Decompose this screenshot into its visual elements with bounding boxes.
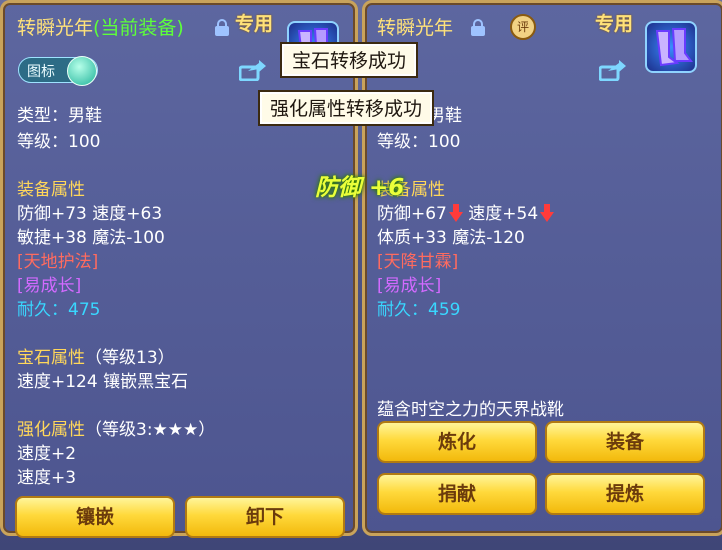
refine-button[interactable]: 炼化	[377, 421, 537, 463]
special-label: 专用	[595, 13, 634, 35]
lock-icon	[215, 19, 229, 36]
item-description: 蕴含时空之力的天界战靴	[377, 400, 564, 420]
growth-tag: [易成长]	[377, 276, 442, 296]
extract-button[interactable]: 提炼	[545, 473, 705, 515]
current-equipment-panel: 转瞬光年(当前装备) 专用 图标 类型：男鞋 等级：100 装备属性 防御+73…	[0, 0, 358, 538]
attr-line-2: 体质+33 魔法-120	[377, 228, 525, 248]
special-skill: [天地护法]	[17, 252, 99, 272]
icon-toggle[interactable]: 图标	[18, 56, 98, 86]
compare-equipment-panel: 转瞬光年 专用 类型：男鞋 等级：100 装备属性 防御+67 速度+54 体质…	[362, 0, 722, 536]
growth-tag: [易成长]	[17, 276, 82, 296]
durability: 耐久：459	[377, 300, 461, 320]
lock-icon	[471, 19, 485, 36]
special-skill: [天降甘霖]	[377, 252, 459, 272]
enhance-line-2: 速度+3	[17, 468, 77, 488]
gem-attr-header: 宝石属性（等级13）	[17, 348, 175, 368]
rating-badge[interactable]: 评	[510, 14, 536, 40]
inlay-button[interactable]: 镶嵌	[15, 496, 175, 538]
item-level: 等级：100	[377, 132, 461, 152]
gem-attr: 速度+124 镶嵌黑宝石	[17, 372, 189, 392]
enhance-attr-header: 强化属性（等级3:★★★）	[17, 420, 216, 440]
share-icon[interactable]	[599, 59, 627, 81]
donate-button[interactable]: 捐献	[377, 473, 537, 515]
item-title: 转瞬光年(当前装备)	[17, 17, 184, 39]
equip-attr-header: 装备属性	[17, 180, 85, 200]
item-level: 等级：100	[17, 132, 101, 152]
decrease-arrow-icon	[540, 204, 555, 222]
enhance-transfer-tooltip: 强化属性转移成功	[258, 90, 435, 126]
equip-button[interactable]: 装备	[545, 421, 705, 463]
defense-gain-floating-text: 防御 +6	[315, 175, 405, 201]
decrease-arrow-icon	[448, 204, 463, 222]
boots-icon	[645, 21, 697, 73]
item-title: 转瞬光年	[377, 17, 454, 39]
attr-line-1: 防御+67 速度+54	[377, 199, 555, 224]
special-label: 专用	[235, 13, 274, 35]
toggle-knob-icon	[67, 56, 97, 86]
enhance-line-1: 速度+2	[17, 444, 77, 464]
toggle-label: 图标	[27, 64, 55, 80]
durability: 耐久：475	[17, 300, 101, 320]
gem-transfer-tooltip: 宝石转移成功	[280, 42, 419, 78]
current-equipped-tag: (当前装备)	[93, 17, 184, 39]
attr-line-1: 防御+73 速度+63	[17, 204, 163, 224]
item-type: 类型：男鞋	[17, 106, 102, 126]
share-icon[interactable]	[239, 59, 267, 81]
remove-button[interactable]: 卸下	[185, 496, 345, 538]
attr-line-2: 敏捷+38 魔法-100	[17, 228, 165, 248]
